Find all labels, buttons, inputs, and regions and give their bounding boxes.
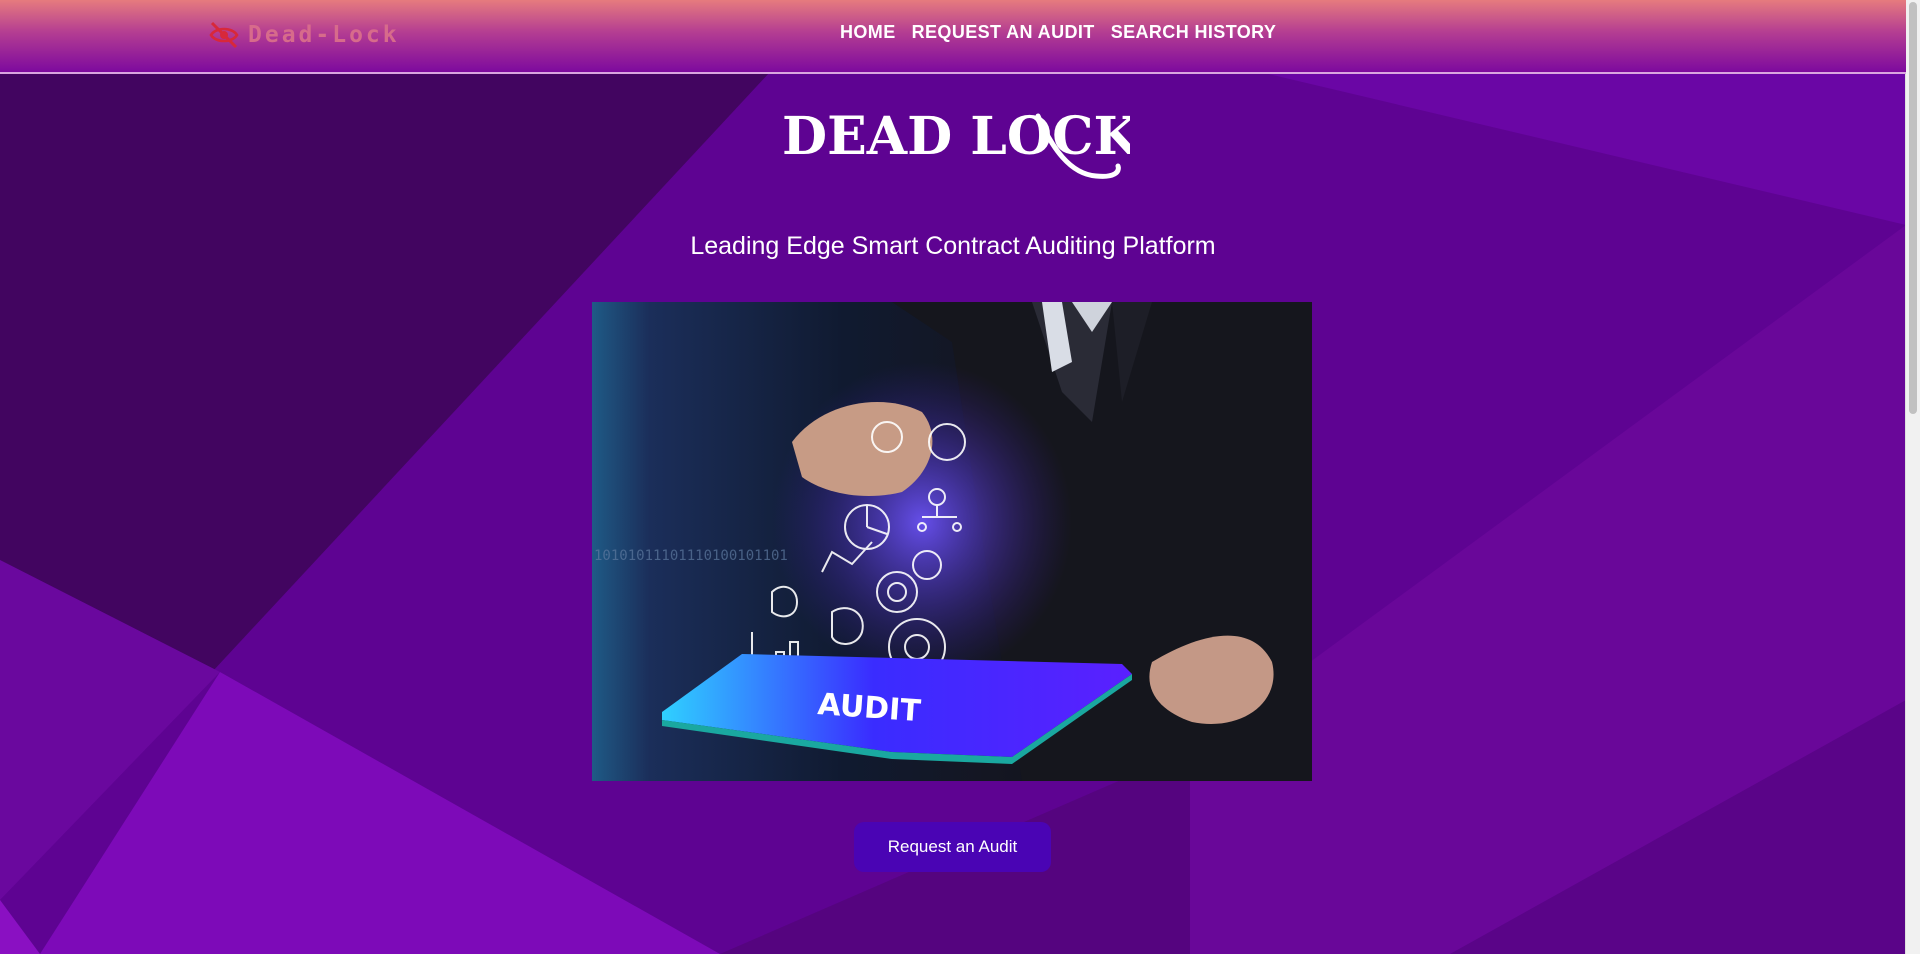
top-navbar: Dead-Lock HOME REQUEST AN AUDIT SEARCH H…	[0, 0, 1906, 74]
main-nav: HOME REQUEST AN AUDIT SEARCH HISTORY	[840, 22, 1276, 43]
tagline: Leading Edge Smart Contract Auditing Pla…	[690, 232, 1216, 260]
brand-name: Dead-Lock	[248, 22, 400, 48]
nav-home[interactable]: HOME	[840, 22, 896, 43]
nav-request-audit[interactable]: REQUEST AN AUDIT	[912, 22, 1095, 43]
logo-text: DEAD LOCK	[782, 106, 1130, 167]
hero-image: 10101011101110100101101 AUDIT	[592, 302, 1312, 781]
scrollbar-thumb[interactable]	[1909, 2, 1917, 414]
eye-slash-icon	[209, 21, 239, 49]
nav-search-history[interactable]: SEARCH HISTORY	[1111, 22, 1277, 43]
hero-audit-text: AUDIT	[816, 687, 922, 729]
brand[interactable]: Dead-Lock	[208, 18, 400, 52]
binary-text: 10101011101110100101101	[594, 548, 788, 564]
request-audit-button[interactable]: Request an Audit	[854, 822, 1051, 872]
page-scrollbar[interactable]	[1905, 0, 1920, 954]
dead-lock-logo: DEAD LOCK	[782, 106, 1130, 179]
